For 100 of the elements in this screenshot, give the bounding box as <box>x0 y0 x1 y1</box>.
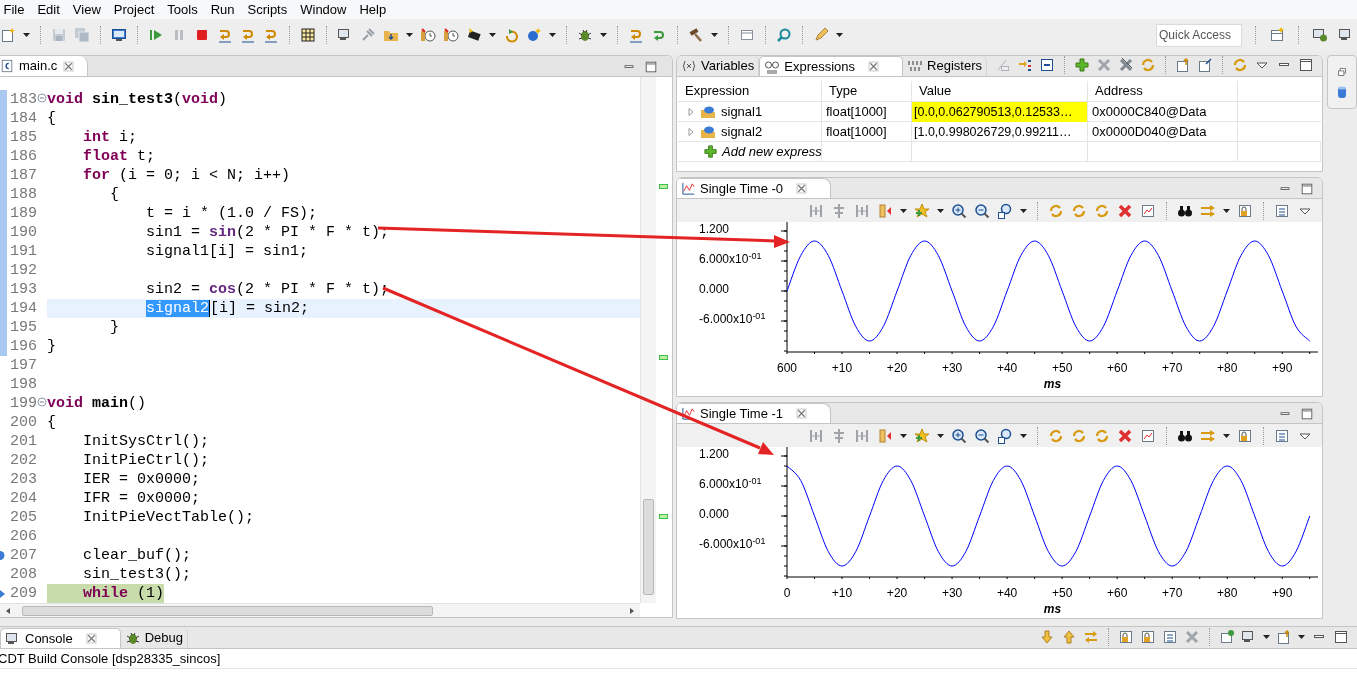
caret-icon[interactable] <box>1223 208 1230 213</box>
add-expression-cell[interactable]: Add new express <box>678 142 822 162</box>
maximize-icon[interactable] <box>1333 629 1349 645</box>
pencil-icon[interactable] <box>813 27 829 43</box>
ruler-icon[interactable] <box>877 427 893 444</box>
maximize-icon[interactable] <box>1298 57 1314 73</box>
lock-icon[interactable] <box>1140 629 1156 645</box>
menu-item[interactable]: Help <box>353 0 393 19</box>
maximize-icon[interactable] <box>1300 182 1314 196</box>
expand-arrow-icon[interactable] <box>686 106 696 118</box>
remove-icon[interactable] <box>1117 427 1133 444</box>
menu-item[interactable]: File <box>0 0 31 19</box>
editor-tab[interactable]: main.c <box>0 56 89 76</box>
caret-icon[interactable] <box>937 433 944 438</box>
arrow-up-icon[interactable] <box>1061 629 1077 645</box>
close-icon[interactable] <box>84 632 98 645</box>
close-icon[interactable] <box>867 60 881 73</box>
caret-icon[interactable] <box>1263 635 1270 639</box>
column-header[interactable]: Type <box>822 81 912 101</box>
search-icon[interactable] <box>776 27 792 43</box>
menu-item[interactable]: Window <box>293 0 353 19</box>
fold-icon[interactable] <box>37 397 47 407</box>
zoom-fit-icon[interactable] <box>997 202 1013 219</box>
caret-icon[interactable] <box>900 433 907 438</box>
close-icon[interactable] <box>62 59 76 73</box>
panel-tab[interactable]: Single Time -1 <box>677 403 832 423</box>
step-arrow-icon[interactable] <box>263 27 279 43</box>
quick-access-field[interactable]: Quick Access <box>1156 23 1242 47</box>
window-icon[interactable] <box>739 27 755 43</box>
chart-icon[interactable] <box>1140 427 1156 444</box>
export-icon[interactable] <box>1175 57 1191 73</box>
play-icon[interactable] <box>148 27 164 43</box>
close-icon[interactable] <box>795 182 809 195</box>
caret-icon[interactable] <box>1223 433 1230 438</box>
list-icon[interactable] <box>1274 427 1290 444</box>
caret-icon[interactable] <box>23 33 30 37</box>
column-header[interactable]: Expression <box>678 81 822 101</box>
expand-arrow-icon[interactable] <box>686 126 696 138</box>
zoom-out-icon[interactable] <box>974 202 990 219</box>
caret-icon[interactable] <box>489 33 496 37</box>
stop-icon[interactable] <box>194 27 210 43</box>
pin-icon[interactable] <box>1219 629 1235 645</box>
caret-icon[interactable] <box>600 33 607 37</box>
panel-tab[interactable]: Expressions <box>759 56 904 76</box>
collapse-all-icon[interactable] <box>1039 57 1055 73</box>
zoom-out-icon[interactable] <box>974 427 990 444</box>
star-icon[interactable] <box>914 427 930 444</box>
grid-icon[interactable] <box>300 27 316 43</box>
remove-icon[interactable] <box>1117 202 1133 219</box>
panel-tab[interactable]: Debug <box>120 628 188 648</box>
panel-tab[interactable]: Console <box>0 628 121 648</box>
menu-item[interactable]: View <box>66 0 108 19</box>
column-header[interactable]: Value <box>912 81 1088 101</box>
menu-item[interactable]: Run <box>204 0 241 19</box>
lock-icon[interactable] <box>1118 629 1134 645</box>
maximize-icon[interactable] <box>644 60 658 74</box>
maximize-icon[interactable] <box>1300 407 1314 421</box>
delete-all-icon[interactable] <box>1118 57 1134 73</box>
list-icon[interactable] <box>1274 202 1290 219</box>
fold-icon[interactable] <box>37 93 47 103</box>
plug-icon[interactable] <box>360 27 376 43</box>
menu-item[interactable]: Scripts <box>241 0 294 19</box>
column-header[interactable]: Address <box>1088 81 1238 101</box>
ball-icon[interactable] <box>526 27 542 43</box>
caret-icon[interactable] <box>1020 208 1027 213</box>
caret-icon[interactable] <box>406 33 413 37</box>
new-window-icon[interactable] <box>1269 27 1285 43</box>
caret-icon[interactable] <box>900 208 907 213</box>
caret-icon[interactable] <box>549 33 556 37</box>
scrollbar-thumb[interactable] <box>643 499 654 595</box>
zoom-in-icon[interactable] <box>951 202 967 219</box>
scrollbar-thumb[interactable] <box>22 605 433 616</box>
clock-icon[interactable] <box>420 27 436 43</box>
restore-icon[interactable] <box>1336 66 1348 78</box>
menu-item[interactable]: Edit <box>30 0 67 19</box>
close-icon[interactable] <box>795 407 809 420</box>
ruler-icon[interactable] <box>877 202 893 219</box>
caret-icon[interactable] <box>836 33 843 37</box>
lock-icon[interactable] <box>1237 427 1253 444</box>
hammer-icon[interactable] <box>688 27 704 43</box>
star-icon[interactable] <box>914 202 930 219</box>
menu-item[interactable]: Project <box>107 0 161 19</box>
caret-icon[interactable] <box>711 33 718 37</box>
zoom-fit-icon[interactable] <box>997 427 1013 444</box>
menu-item[interactable]: Tools <box>160 0 205 19</box>
breakpoint-icon[interactable] <box>0 551 7 560</box>
caret-icon[interactable] <box>1020 433 1027 438</box>
arrow-down-icon[interactable] <box>1039 629 1055 645</box>
clock-icon[interactable] <box>443 27 459 43</box>
restart-arrow-icon[interactable] <box>503 27 519 43</box>
chart-icon[interactable] <box>1140 202 1156 219</box>
panel-tab[interactable]: Registers <box>903 56 987 76</box>
import-icon[interactable] <box>1197 57 1213 73</box>
step-arrow-icon[interactable] <box>628 27 644 43</box>
plus-icon[interactable] <box>1074 57 1090 73</box>
export-icon[interactable] <box>1276 629 1292 645</box>
step-arrow-icon[interactable] <box>217 27 233 43</box>
lock-icon[interactable] <box>1237 202 1253 219</box>
arrow-tree-icon[interactable] <box>1017 57 1033 73</box>
monitor-icon[interactable] <box>111 27 127 43</box>
